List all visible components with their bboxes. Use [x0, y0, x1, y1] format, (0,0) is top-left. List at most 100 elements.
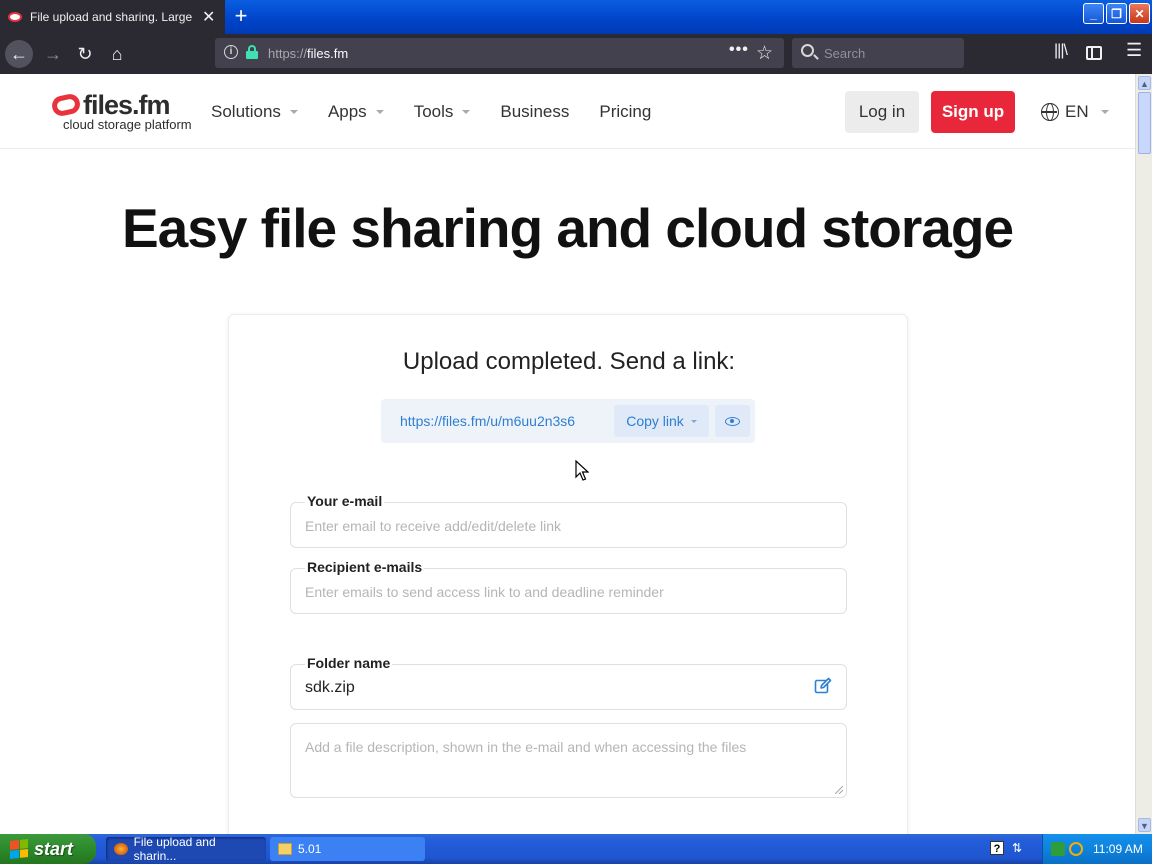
new-tab-button[interactable]: +: [229, 4, 253, 28]
taskbar-item-firefox[interactable]: File upload and sharin...: [106, 835, 266, 863]
globe-icon: [1041, 103, 1059, 121]
search-tray-icon[interactable]: [1069, 842, 1083, 856]
language-selector[interactable]: EN: [1041, 102, 1109, 122]
sidebar-icon[interactable]: [1086, 46, 1102, 60]
menu-item-label: Pricing: [599, 102, 652, 121]
file-description-placeholder: Add a file description, shown in the e-m…: [305, 739, 747, 755]
logo-text: files.fm: [83, 90, 171, 120]
edit-icon[interactable]: [814, 677, 832, 695]
mouse-cursor-icon: [575, 460, 589, 481]
menu-item-label: Business: [500, 102, 570, 121]
clock: 11:09 AM: [1093, 842, 1143, 856]
cloud-logo-icon: [50, 92, 82, 118]
share-link[interactable]: https://files.fm/u/m6uu2n3s6: [400, 413, 575, 429]
windows-logo-icon: [10, 839, 28, 859]
menu-icon[interactable]: ☰: [1126, 40, 1142, 61]
start-label: start: [34, 838, 74, 859]
search-placeholder: Search: [824, 46, 866, 61]
copy-link-button[interactable]: Copy link: [614, 405, 709, 437]
menu-item-label: Apps: [327, 102, 367, 121]
folder-name-label: Folder name: [305, 655, 393, 671]
eye-icon: [725, 416, 740, 426]
taskbar-item-label: File upload and sharin...: [133, 835, 216, 863]
minimize-button[interactable]: _: [1083, 3, 1104, 24]
hero-title: Easy file sharing and cloud storage: [121, 197, 1014, 259]
firefox-icon: [114, 843, 128, 855]
site-header: files.fm cloud storage platform Solution…: [0, 74, 1135, 149]
browser-tab[interactable]: File upload and sharing. Large file ✕: [0, 0, 225, 34]
close-window-button[interactable]: ✕: [1129, 3, 1150, 24]
language-label: EN: [1065, 102, 1089, 121]
reload-icon: ↻: [77, 43, 93, 64]
chevron-down-icon: [462, 110, 471, 114]
scroll-down-icon[interactable]: ▼: [1138, 818, 1151, 832]
chevron-down-icon: [375, 110, 384, 114]
help-icon[interactable]: ?: [990, 841, 1004, 855]
search-input[interactable]: Search: [792, 38, 964, 68]
login-button[interactable]: Log in: [845, 91, 919, 133]
url-text[interactable]: https://files.fm: [268, 46, 348, 61]
windows-taskbar: start File upload and sharin... 5.01 ? ⇅…: [0, 834, 1152, 864]
menu-item-label: Tools: [413, 102, 454, 121]
bookmark-star-icon[interactable]: ☆: [756, 42, 773, 65]
menu-item-tools[interactable]: Tools: [414, 102, 471, 122]
scrollbar-thumb[interactable]: [1138, 92, 1151, 154]
chevron-down-icon: [289, 110, 298, 114]
folder-icon: [278, 843, 292, 855]
preview-button[interactable]: [715, 405, 750, 437]
email-label: Your e-mail: [305, 493, 385, 509]
search-icon: [801, 44, 814, 57]
reload-button[interactable]: ↻: [71, 40, 99, 68]
files-fm-favicon-icon: [8, 12, 22, 22]
window-controls: _ ❐ ✕: [1083, 3, 1150, 24]
file-description-textarea[interactable]: Add a file description, shown in the e-m…: [290, 723, 847, 798]
menu-item-business[interactable]: Business: [500, 102, 569, 122]
home-icon: ⌂: [111, 43, 123, 64]
restore-button[interactable]: ❐: [1106, 3, 1127, 24]
start-button[interactable]: start: [0, 834, 96, 864]
recipient-emails-label: Recipient e-mails: [305, 559, 425, 575]
main-menu: Solutions Apps Tools Business Pricing: [211, 102, 681, 122]
logo-tagline: cloud storage platform: [63, 117, 192, 132]
quick-icons: ? ⇅: [990, 841, 1024, 855]
menu-item-apps[interactable]: Apps: [328, 102, 384, 122]
security-tray-icon[interactable]: [1051, 842, 1065, 856]
tab-title: File upload and sharing. Large file: [30, 10, 192, 24]
resize-handle-icon[interactable]: [835, 786, 843, 794]
system-tray: 11:09 AM: [1042, 834, 1152, 864]
url-protocol: https://: [268, 46, 308, 61]
recipient-emails-placeholder: Enter emails to send access link to and …: [305, 584, 664, 600]
taskbar-item-label: 5.01: [298, 842, 322, 856]
email-placeholder: Enter email to receive add/edit/delete l…: [305, 518, 562, 534]
network-icon[interactable]: ⇅: [1012, 841, 1024, 855]
copy-link-label: Copy link: [626, 413, 684, 429]
vertical-scrollbar[interactable]: ▲ ▼: [1135, 74, 1152, 834]
library-icon[interactable]: |||\: [1054, 42, 1068, 60]
chevron-down-icon: [1100, 110, 1109, 114]
folder-name-value: sdk.zip: [305, 679, 355, 696]
signup-button[interactable]: Sign up: [931, 91, 1015, 133]
address-bar[interactable]: i https://files.fm ••• ☆: [215, 38, 784, 68]
forward-icon: →: [44, 43, 62, 64]
more-icon[interactable]: •••: [729, 41, 749, 59]
upload-completed-title: Upload completed. Send a link:: [402, 348, 736, 375]
scroll-up-icon[interactable]: ▲: [1138, 76, 1151, 90]
browser-toolbar: ← → ↻ ⌂ i https://files.fm ••• ☆ Search …: [0, 34, 1152, 74]
menu-item-pricing[interactable]: Pricing: [599, 102, 651, 122]
share-link-box: https://files.fm/u/m6uu2n3s6 Copy link: [381, 399, 755, 443]
forward-button[interactable]: →: [39, 40, 67, 68]
files-fm-logo[interactable]: files.fm cloud storage platform: [50, 90, 192, 132]
menu-item-label: Solutions: [211, 102, 281, 121]
home-button[interactable]: ⌂: [103, 40, 131, 68]
back-button[interactable]: ←: [5, 40, 33, 68]
taskbar-item-folder[interactable]: 5.01: [270, 837, 425, 861]
back-icon: ←: [10, 43, 28, 64]
page-viewport: files.fm cloud storage platform Solution…: [0, 74, 1135, 834]
browser-title-bar: File upload and sharing. Large file ✕ + …: [0, 0, 1152, 34]
url-domain: files.fm: [307, 46, 349, 61]
upload-card: Upload completed. Send a link: https://f…: [228, 314, 908, 834]
menu-item-solutions[interactable]: Solutions: [211, 102, 298, 122]
lock-icon[interactable]: [246, 45, 258, 59]
info-icon[interactable]: i: [224, 45, 238, 59]
close-tab-icon[interactable]: ✕: [202, 7, 215, 27]
